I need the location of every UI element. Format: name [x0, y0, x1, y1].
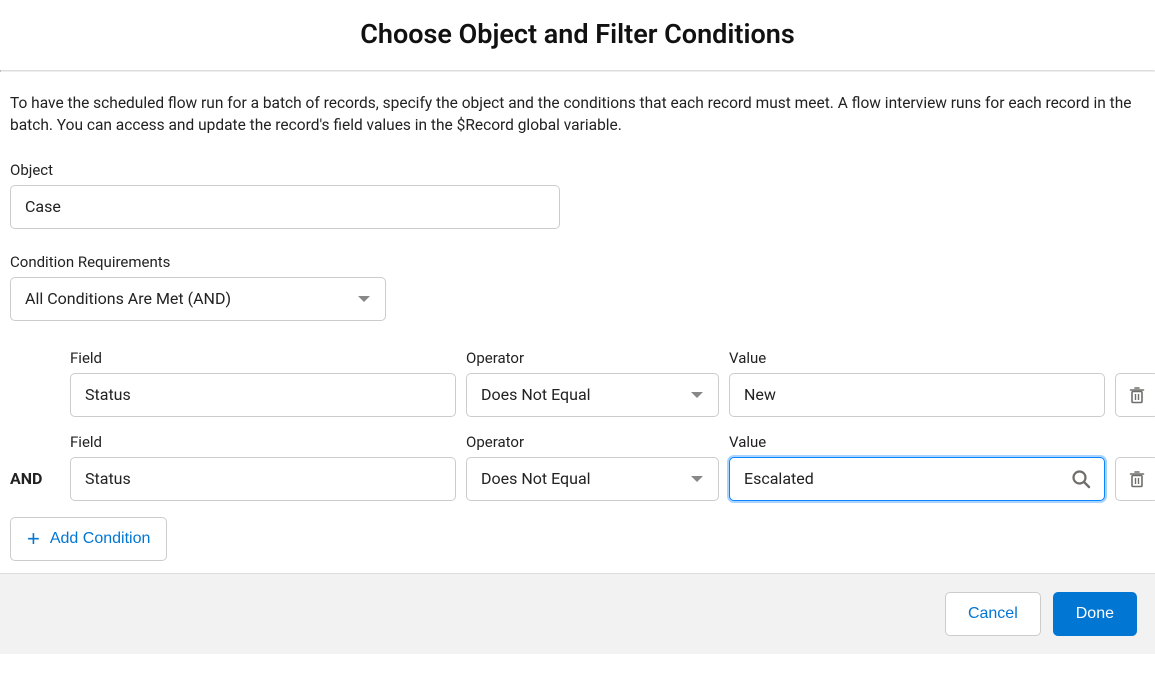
plus-icon: + [27, 526, 40, 552]
trash-icon [1128, 386, 1146, 404]
operator-label: Operator [466, 433, 719, 451]
dialog-header: Choose Object and Filter Conditions [0, 0, 1155, 70]
add-condition-label: Add Condition [50, 530, 151, 548]
operator-label: Operator [466, 349, 719, 367]
operator-value: Does Not Equal [481, 385, 591, 404]
operator-select[interactable]: Does Not Equal [466, 373, 719, 417]
cancel-label: Cancel [968, 605, 1018, 623]
condition-req-label: Condition Requirements [10, 253, 1145, 271]
condition-row: AND Field Status Operator Does Not Equal Valu… [10, 433, 1145, 501]
field-value: Status [85, 469, 131, 488]
and-label: AND [10, 457, 60, 501]
add-condition-button[interactable]: + Add Condition [10, 517, 167, 561]
conditions-area: Field Status Operator Does Not Equal Value Ne… [10, 349, 1145, 501]
dialog-title: Choose Object and Filter Conditions [0, 18, 1155, 50]
object-input[interactable]: Case [10, 185, 560, 229]
value-input[interactable]: New [729, 373, 1105, 417]
search-icon [1071, 469, 1091, 489]
field-label: Field [70, 433, 456, 451]
value-text: Escalated [744, 469, 814, 488]
chevron-down-icon [690, 474, 704, 484]
operator-value: Does Not Equal [481, 469, 591, 488]
intro-text: To have the scheduled flow run for a bat… [10, 92, 1145, 137]
value-label: Value [729, 349, 1105, 367]
done-button[interactable]: Done [1053, 592, 1137, 636]
object-label: Object [10, 161, 1145, 179]
condition-req-value: All Conditions Are Met (AND) [25, 289, 231, 308]
and-label [10, 373, 60, 417]
field-label: Field [70, 349, 456, 367]
condition-row: Field Status Operator Does Not Equal Value Ne… [10, 349, 1145, 417]
value-text: New [744, 385, 776, 404]
dialog-footer: Cancel Done [0, 573, 1155, 654]
cancel-button[interactable]: Cancel [945, 592, 1041, 636]
delete-condition-button[interactable] [1115, 457, 1155, 501]
field-input[interactable]: Status [70, 373, 456, 417]
value-input[interactable]: Escalated [729, 457, 1105, 501]
object-value: Case [25, 197, 61, 216]
dialog-body: To have the scheduled flow run for a bat… [0, 72, 1155, 573]
value-label: Value [729, 433, 1105, 451]
chevron-down-icon [357, 294, 371, 304]
condition-req-select[interactable]: All Conditions Are Met (AND) [10, 277, 386, 321]
delete-condition-button[interactable] [1115, 373, 1155, 417]
trash-icon [1128, 470, 1146, 488]
chevron-down-icon [690, 390, 704, 400]
field-input[interactable]: Status [70, 457, 456, 501]
field-value: Status [85, 385, 131, 404]
operator-select[interactable]: Does Not Equal [466, 457, 719, 501]
done-label: Done [1076, 605, 1114, 623]
